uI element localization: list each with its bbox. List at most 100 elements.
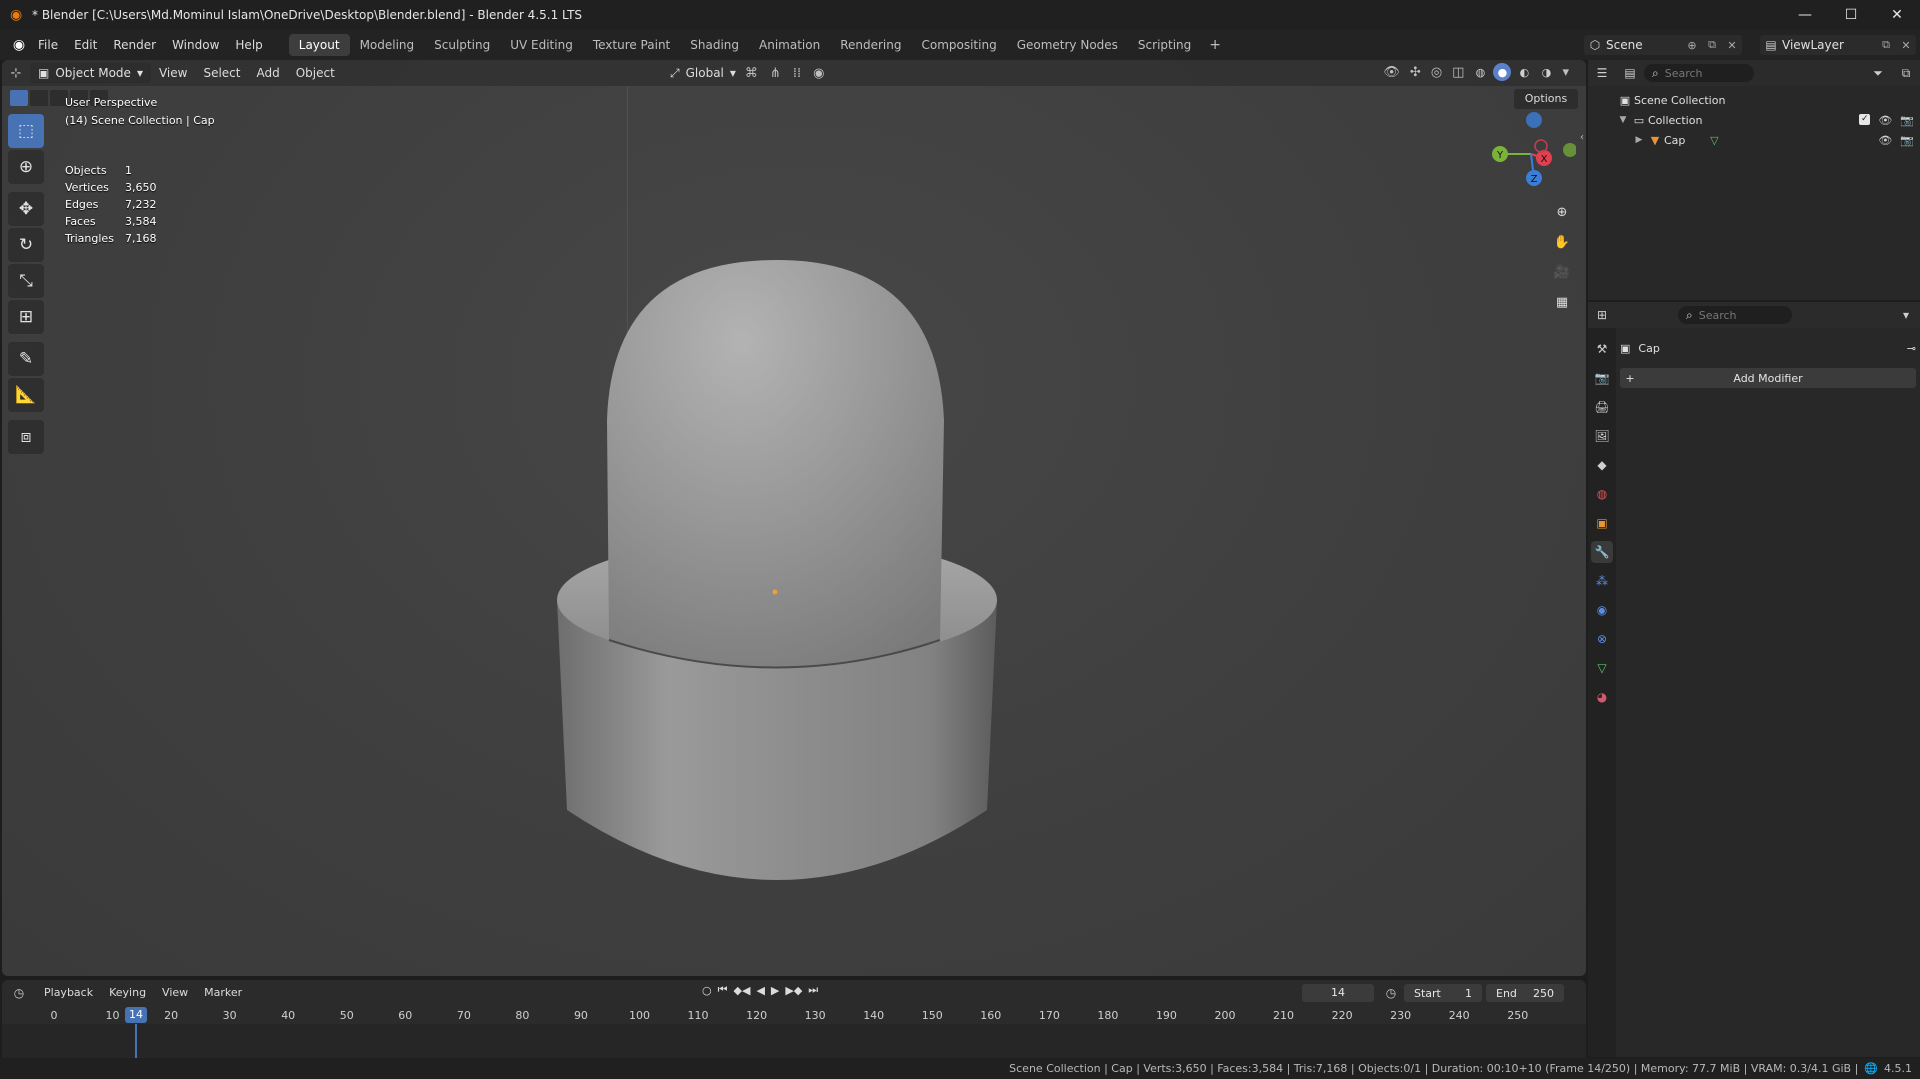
x-negative-handle[interactable] — [1534, 139, 1548, 153]
tab-modeling[interactable]: Modeling — [350, 34, 425, 56]
properties-search[interactable]: ⌕ Search — [1678, 306, 1792, 324]
minimize-button[interactable]: — — [1782, 0, 1828, 30]
select-box-tool-icon[interactable]: ⬚ — [8, 114, 44, 148]
play-icon[interactable]: ▶ — [771, 984, 779, 997]
playhead-frame-label[interactable]: 14 — [124, 1007, 147, 1023]
tab-uv-editing[interactable]: UV Editing — [500, 34, 583, 56]
chevron-right-icon[interactable]: ▶ — [1632, 135, 1646, 145]
move-tool-icon[interactable]: ✥ — [8, 192, 44, 226]
timeline-track[interactable] — [2, 1024, 1586, 1058]
timeline-menu-view[interactable]: View — [154, 980, 196, 1006]
blender-logo-icon[interactable]: ◉ — [8, 37, 30, 53]
options-dropdown[interactable]: Options — [1514, 89, 1578, 109]
cap-object[interactable] — [552, 250, 1002, 910]
annotate-tool-icon[interactable]: ✎ — [8, 342, 44, 376]
select-extend-icon[interactable] — [30, 90, 48, 106]
viewport-menu-object[interactable]: Object — [288, 60, 343, 86]
material-tab-icon[interactable]: ◕ — [1591, 686, 1613, 708]
playhead-line[interactable] — [134, 1024, 137, 1058]
rendered-shading-icon[interactable]: ◑ — [1537, 63, 1555, 81]
constraints-tab-icon[interactable]: ⊗ — [1591, 628, 1613, 650]
add-cube-tool-icon[interactable]: ⧈ — [8, 420, 44, 454]
solid-shading-icon[interactable]: ● — [1493, 63, 1512, 81]
tab-shading[interactable]: Shading — [680, 34, 749, 56]
transform-tool-icon[interactable]: ⊞ — [8, 300, 44, 334]
gizmo-toggle-icon[interactable]: ✣ — [1407, 65, 1424, 80]
chevron-down-icon[interactable]: ▾ — [1892, 308, 1920, 322]
cursor-tool-icon[interactable]: ⊕ — [8, 150, 44, 184]
snap-grid-icon[interactable]: ⁞⁞ — [790, 66, 804, 81]
tab-texture-paint[interactable]: Texture Paint — [583, 34, 680, 56]
pivot-icon[interactable]: ⌘ — [742, 66, 761, 81]
3d-viewport[interactable]: ⊹ ▣ Object Mode ▾ View Select Add Object… — [2, 60, 1586, 976]
eye-icon[interactable]: 👁 — [1878, 134, 1892, 147]
add-workspace-button[interactable]: + — [1201, 37, 1229, 53]
data-tab-icon[interactable]: ▽ — [1591, 657, 1613, 679]
view-layer-tab-icon[interactable]: 🖼 — [1591, 425, 1613, 447]
tab-rendering[interactable]: Rendering — [830, 34, 911, 56]
output-tab-icon[interactable]: 🖨 — [1591, 396, 1613, 418]
zoom-icon[interactable]: ⊕ — [1550, 200, 1574, 224]
new-collection-icon[interactable]: ⧉ — [1892, 66, 1920, 81]
viewport-menu-view[interactable]: View — [151, 60, 195, 86]
menu-window[interactable]: Window — [164, 30, 227, 60]
tab-compositing[interactable]: Compositing — [911, 34, 1006, 56]
physics-tab-icon[interactable]: ◉ — [1591, 599, 1613, 621]
scene-tab-icon[interactable]: ◆ — [1591, 454, 1613, 476]
view-layer-selector[interactable]: ▤ ViewLayer ⧉ ✕ — [1760, 35, 1916, 55]
overlays-icon[interactable]: ◎ — [1428, 65, 1445, 80]
jump-end-icon[interactable]: ⏭ — [808, 983, 818, 997]
material-shading-icon[interactable]: ◐ — [1515, 63, 1533, 81]
menu-render[interactable]: Render — [105, 30, 164, 60]
xray-icon[interactable]: ◫ — [1449, 65, 1467, 80]
tab-animation[interactable]: Animation — [749, 34, 830, 56]
navigation-gizmo[interactable]: Y X Z — [1486, 108, 1576, 198]
measure-tool-icon[interactable]: 📐 — [8, 378, 44, 412]
scene-selector[interactable]: ⬡ Scene ⊕ ⧉ ✕ — [1584, 35, 1742, 55]
play-reverse-icon[interactable]: ◀ — [756, 984, 764, 997]
timeline-menu-marker[interactable]: Marker — [196, 980, 250, 1006]
viewport-menu-select[interactable]: Select — [195, 60, 248, 86]
exclude-checkbox[interactable]: ✓ — [1859, 113, 1871, 125]
camera-icon[interactable]: 📷 — [1900, 114, 1914, 127]
chevron-down-icon[interactable]: ▼ — [1616, 115, 1630, 125]
tab-scripting[interactable]: Scripting — [1128, 34, 1201, 56]
render-tab-icon[interactable]: 📷 — [1591, 367, 1613, 389]
timeline-editor-icon[interactable]: ◷ — [2, 986, 36, 1000]
outliner-row-collection[interactable]: ▼ ▭ Collection ✓ 👁 📷 — [1588, 110, 1920, 130]
auto-keying-icon[interactable]: ○ — [702, 984, 712, 997]
world-tab-icon[interactable]: ◍ — [1591, 483, 1613, 505]
delete-view-layer-icon[interactable]: ✕ — [1896, 39, 1916, 52]
menu-file[interactable]: File — [30, 30, 66, 60]
chevron-down-icon[interactable]: ▾ — [1559, 65, 1572, 80]
perspective-grid-icon[interactable]: ▦ — [1550, 290, 1574, 314]
modifier-tab-icon[interactable]: 🔧 — [1591, 541, 1613, 563]
sidebar-toggle-icon[interactable]: ‹ — [1580, 132, 1584, 143]
mesh-data-icon[interactable]: ▽ — [1705, 134, 1723, 147]
eye-icon[interactable]: 👁 — [1878, 114, 1892, 127]
transform-orientation[interactable]: ⤢ Global ▾ ⌘ ⋔ ⁞⁞ ◉ — [670, 63, 827, 83]
select-new-icon[interactable] — [10, 90, 28, 106]
pin-icon[interactable]: ⊸ — [1907, 342, 1916, 355]
timeline-menu-playback[interactable]: Playback — [36, 980, 101, 1006]
filter-icon[interactable]: ⏷ — [1864, 66, 1892, 81]
add-modifier-button[interactable]: + Add Modifier — [1620, 368, 1916, 388]
new-view-layer-icon[interactable]: ⧉ — [1876, 38, 1896, 52]
current-frame-field[interactable]: 14 — [1302, 984, 1374, 1002]
close-button[interactable]: ✕ — [1874, 0, 1920, 30]
proportional-edit-icon[interactable]: ◉ — [810, 66, 827, 81]
timeline-ruler[interactable]: 0 10 20 30 40 50 60 70 80 90 100 110 120 130 140 150 160… — [2, 1006, 1586, 1024]
maximize-button[interactable]: ☐ — [1828, 0, 1874, 30]
start-frame-field[interactable]: Start 1 — [1404, 984, 1482, 1002]
menu-help[interactable]: Help — [227, 30, 270, 60]
delete-scene-icon[interactable]: ✕ — [1722, 39, 1742, 52]
display-mode-icon[interactable]: ▤ — [1616, 66, 1644, 80]
y-negative-handle[interactable] — [1563, 143, 1576, 157]
object-tab-icon[interactable]: ▣ — [1591, 512, 1613, 534]
camera-icon[interactable]: 📷 — [1900, 134, 1914, 147]
wireframe-shading-icon[interactable]: ◍ — [1471, 63, 1489, 81]
tab-layout[interactable]: Layout — [288, 34, 350, 56]
mode-dropdown[interactable]: ▣ Object Mode ▾ — [30, 63, 151, 83]
menu-edit[interactable]: Edit — [66, 30, 105, 60]
outliner-row-cap[interactable]: ▶ ▼ Cap ▽ 👁 📷 — [1588, 130, 1920, 150]
